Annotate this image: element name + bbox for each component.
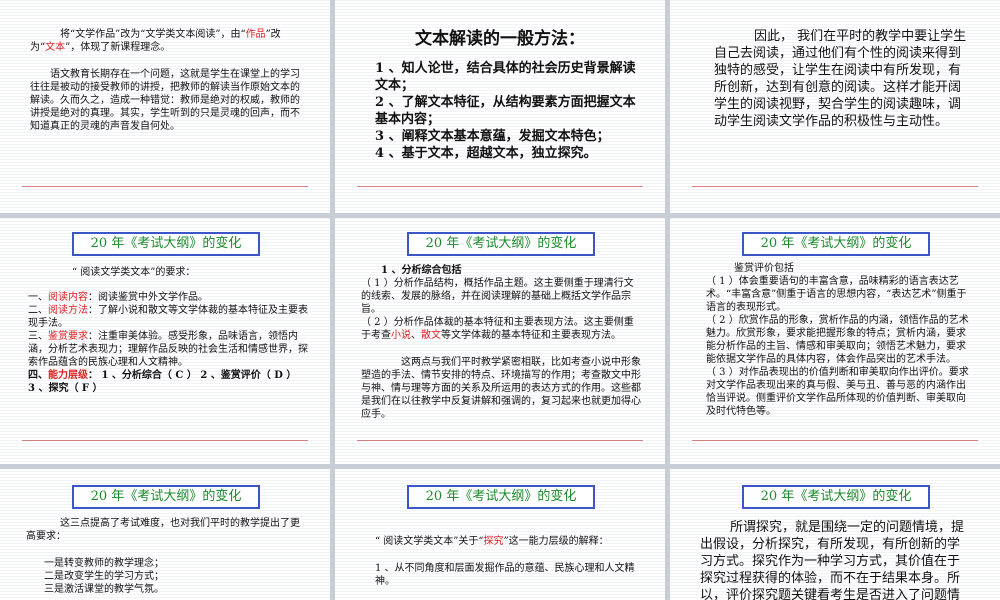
- s5-p2: （ 1 ）分析作品结构，概括作品主题。这主要侧重于理清行文的线索、发展的脉络，并…: [361, 278, 634, 315]
- s7-heading-box: 20 年《考试大纲》的变化: [72, 485, 260, 509]
- s5-highlight-sanwen: 散文: [421, 330, 441, 341]
- s2-title: 文本解读的一般方法：: [415, 29, 585, 49]
- s7-item-2: 二是改变学生的学习方式；: [44, 571, 164, 582]
- slide-2-divider: [357, 186, 643, 187]
- s7-item-1: 一是转变教师的教学理念；: [44, 558, 164, 569]
- s4-intro: “ 阅读文学类文本”的要求：: [72, 267, 196, 278]
- s1-text-e: ”，体现了新课程理念。: [65, 42, 171, 53]
- s2-item-3: 3 、阐释文本基本意蕴，发掘文本特色；: [375, 129, 610, 144]
- s6-body: 鉴赏评价包括 （ 1 ）体会重要语句的丰富含意，品味精彩的语言表达艺术。“丰富含…: [706, 262, 974, 418]
- s4-heading-box: 20 年《考试大纲》的变化: [72, 232, 260, 256]
- s2-item-4: 4 、基于文本，超越文本，独立探究。: [375, 146, 597, 161]
- slide-4-divider: [22, 440, 308, 441]
- slide-2[interactable]: 文本解读的一般方法： 1 、知人论世，结合具体的社会历史背景解读文本； 2 、了…: [335, 0, 665, 213]
- s3-body: 因此， 我们在平时的教学中要让学生自己去阅读，通过他们有个性的阅读来得到独特的感…: [714, 29, 967, 129]
- s5-p1: 1 、分析综合包括: [381, 265, 462, 276]
- s7-item-3: 三是激活课堂的教学气氛。: [44, 584, 164, 595]
- s1-highlight-zuopin: 作品: [245, 29, 266, 40]
- s4-label-method: 阅读方法: [48, 305, 88, 316]
- slide-1-divider: [22, 186, 308, 187]
- s8-heading-box: 20 年《考试大纲》的变化: [407, 485, 595, 509]
- s4-l3-num: 三、: [28, 331, 48, 342]
- s4-label-requirement: 鉴赏要求: [48, 331, 88, 342]
- s4-l2-num: 二、: [28, 305, 48, 316]
- s1-highlight-wenben: 文本: [45, 42, 66, 53]
- s4-l4-text: ： 1 、分析综合（ C ） 2 、鉴赏评价（ D ）: [88, 370, 297, 381]
- slide-7[interactable]: 20 年《考试大纲》的变化 这三点提高了考试难度，也对我们平时的教学提出了更高要…: [0, 469, 330, 600]
- s6-p4: （ 3 ）对作品表现出的价值判断和审美取向作出评价。要求对文学作品表现出来的真与…: [706, 367, 969, 417]
- slide-4[interactable]: 20 年《考试大纲》的变化 “ 阅读文学类文本”的要求： 一、阅读内容：阅读鉴赏…: [0, 218, 330, 464]
- s4-l4-num: 四、: [28, 370, 48, 381]
- s1-paragraph-2: 语文教育长期存在一个问题，这就是学生在课堂上的学习往往是被动的接受教师的讲授，把…: [30, 69, 300, 132]
- s4-l5: 3 、探究（ F ）: [28, 383, 103, 394]
- s8-p1-a: “ 阅读文学类文本”关于“: [375, 536, 484, 547]
- s6-p1: 鉴赏评价包括: [734, 263, 794, 274]
- s1-text-a: 将“文学作品”改为“文学类文本阅读”，由“: [60, 29, 246, 40]
- slide-9[interactable]: 20 年《考试大纲》的变化 所谓探究，就是围绕一定的问题情境，提出假设，分析探究…: [670, 469, 1000, 600]
- slide-1[interactable]: 将“文学作品”改为“文学类文本阅读”，由“作品”改为“文本”，体现了新课程理念。…: [0, 0, 330, 213]
- s8-p2: 1 、从不同角度和层面发掘作品的意蕴、民族心理和人文精神。: [375, 563, 635, 587]
- s5-body: 1 、分析综合包括 （ 1 ）分析作品结构，概括作品主题。这主要侧重于理清行文的…: [361, 264, 643, 421]
- s9-heading-box: 20 年《考试大纲》的变化: [742, 485, 930, 509]
- s8-highlight-tanjiu: 探究: [483, 536, 504, 547]
- slide-1-body: 将“文学作品”改为“文学类文本阅读”，由“作品”改为“文本”，体现了新课程理念。…: [30, 28, 302, 133]
- s5-p3-c: 、: [411, 330, 421, 341]
- s4-l1-text: ：阅读鉴赏中外文学作品。: [88, 292, 208, 303]
- slide-6-divider: [692, 440, 978, 441]
- s6-heading-box: 20 年《考试大纲》的变化: [742, 232, 930, 256]
- slide-5-divider: [357, 440, 643, 441]
- s4-l1-num: 一、: [28, 292, 48, 303]
- s6-p3: （ 2 ）欣赏作品的形象，赏析作品的内涵，领悟作品的艺术魅力。欣赏形象，要求能把…: [706, 315, 969, 365]
- s5-heading-box: 20 年《考试大纲》的变化: [407, 232, 595, 256]
- s2-item-1: 1 、知人论世，结合具体的社会历史背景解读文本；: [375, 61, 636, 93]
- s2-item-2: 2 、了解文本特征，从结构要素方面把握文本基本内容；: [375, 95, 636, 127]
- slide-grid: 将“文学作品”改为“文学类文本阅读”，由“作品”改为“文本”，体现了新课程理念。…: [0, 0, 1000, 600]
- slide-3-divider: [692, 186, 978, 187]
- s5-p4: 这两点与我们平时教学紧密相联，比如考查小说中形象塑造的手法、情节安排的特点、环境…: [361, 357, 641, 420]
- s4-label-level: 能力层级: [48, 370, 88, 381]
- s9-body: 所谓探究，就是围绕一定的问题情境，提出假设，分析探究，有所发现，有所创新的学习方…: [700, 520, 965, 600]
- s8-p1-c: ”这一能力层级的解释：: [503, 536, 609, 547]
- s8-body: “ 阅读文学类文本”关于“探究”这一能力层级的解释： 1 、从不同角度和层面发掘…: [375, 535, 637, 588]
- slide-5[interactable]: 20 年《考试大纲》的变化 1 、分析综合包括 （ 1 ）分析作品结构，概括作品…: [335, 218, 665, 464]
- s7-body: 这三点提高了考试难度，也对我们平时的教学提出了更高要求： 一是转变教师的教学理念…: [26, 517, 302, 596]
- slide-3[interactable]: 因此， 我们在平时的教学中要让学生自己去阅读，通过他们有个性的阅读来得到独特的感…: [670, 0, 1000, 213]
- s2-method-list: 1 、知人论世，结合具体的社会历史背景解读文本； 2 、了解文本特征，从结构要素…: [375, 60, 637, 162]
- s4-label-content: 阅读内容: [48, 292, 88, 303]
- s6-p2: （ 1 ）体会重要语句的丰富含意，品味精彩的语言表达艺术。“丰富含意”侧重于语言…: [706, 276, 967, 313]
- slide-8[interactable]: 20 年《考试大纲》的变化 “ 阅读文学类文本”关于“探究”这一能力层级的解释：…: [335, 469, 665, 600]
- s7-p1: 这三点提高了考试难度，也对我们平时的教学提出了更高要求：: [26, 518, 300, 542]
- s4-body: “ 阅读文学类文本”的要求： 一、阅读内容：阅读鉴赏中外文学作品。 二、阅读方法…: [28, 266, 314, 395]
- s5-highlight-xiaoshuo: 小说: [391, 330, 411, 341]
- slide-6[interactable]: 20 年《考试大纲》的变化 鉴赏评价包括 （ 1 ）体会重要语句的丰富含意，品味…: [670, 218, 1000, 464]
- s5-p3-e: 等文学体裁的基本特征和主要表现方法。: [441, 330, 621, 341]
